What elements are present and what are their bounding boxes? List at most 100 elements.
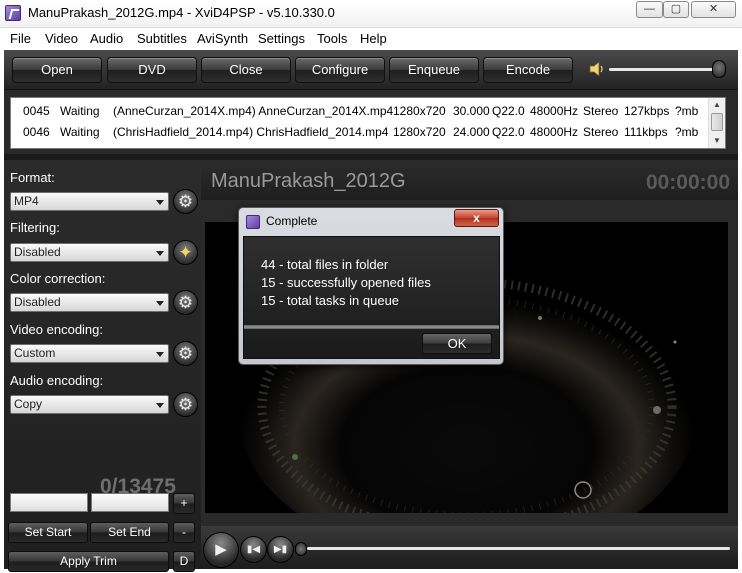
queue-scrollbar[interactable]: ▲ ▼ — [708, 98, 725, 148]
format-value: MP4 — [14, 194, 39, 208]
format-settings-gear-icon[interactable]: ⚙ — [173, 189, 198, 214]
queue-row-quality: Q22.0 — [492, 125, 525, 139]
maximize-icon: ▢ — [670, 3, 682, 15]
menu-settings[interactable]: Settings — [258, 31, 305, 46]
minimize-icon: — — [644, 3, 655, 15]
play-icon: ▶ — [215, 541, 227, 558]
video-settings-gear-icon[interactable]: ⚙ — [173, 341, 198, 366]
color-settings-gear-icon[interactable]: ⚙ — [173, 290, 198, 315]
trim-d-button[interactable]: D — [173, 551, 195, 572]
audio-encoding-label: Audio encoding: — [10, 373, 104, 388]
color-correction-select[interactable]: Disabled — [10, 293, 169, 312]
menu-help[interactable]: Help — [360, 31, 387, 46]
queue-row-size: ?mb — [675, 125, 699, 139]
remove-trim-button[interactable]: - — [173, 522, 195, 543]
toolbar: Open DVD Close Configure Enqueue Encode — [4, 50, 738, 90]
set-end-button[interactable]: Set End — [90, 522, 169, 543]
format-label: Format: — [10, 170, 55, 185]
step-back-button[interactable]: ▮◀ — [240, 536, 267, 563]
menu-tools[interactable]: Tools — [317, 31, 347, 46]
audio-settings-gear-icon[interactable]: ⚙ — [173, 392, 198, 417]
trim-start-field[interactable] — [10, 493, 88, 512]
queue-row-channels: Stereo — [583, 125, 619, 139]
video-encoding-select[interactable]: Custom — [10, 344, 169, 363]
audio-encoding-value: Copy — [14, 397, 43, 411]
dvd-button[interactable]: DVD — [107, 57, 197, 83]
format-select[interactable]: MP4 — [10, 192, 169, 211]
queue-row-channels: Stereo — [583, 104, 619, 118]
queue-row-status: Waiting — [60, 104, 100, 118]
maximize-button[interactable]: ▢ — [663, 1, 689, 18]
dialog-title: Complete — [266, 214, 318, 228]
queue-row-status: Waiting — [60, 125, 100, 139]
video-encoding-value: Custom — [14, 346, 56, 360]
queue-row-number: 0046 — [23, 125, 50, 139]
close-window-button[interactable]: ✕ — [691, 1, 736, 18]
open-button[interactable]: Open — [12, 57, 102, 83]
queue-row-quality: Q22.0 — [492, 104, 525, 118]
set-start-button[interactable]: Set Start — [8, 522, 88, 543]
step-forward-icon: ▶▮ — [273, 544, 288, 555]
queue-row-file: (AnneCurzan_2014X.mp4) AnneCurzan_2014X.… — [113, 104, 394, 118]
menu-avisynth[interactable]: AviSynth — [197, 31, 248, 46]
queue-row-resolution: 1280x720 — [393, 125, 446, 139]
close-icon: ✕ — [708, 3, 719, 15]
play-button[interactable]: ▶ — [203, 532, 239, 568]
queue-row-size: ?mb — [675, 104, 699, 118]
menu-video[interactable]: Video — [45, 31, 78, 46]
menu-audio[interactable]: Audio — [90, 31, 123, 46]
dialog-body: 44 - total files in folder 15 - successf… — [243, 236, 500, 359]
chevron-down-icon — [156, 200, 164, 205]
preview-header: ManuPrakash_2012G 00:00:00 — [201, 160, 738, 200]
close-button[interactable]: Close — [201, 57, 291, 83]
seek-slider-track[interactable] — [307, 547, 730, 550]
minimize-button[interactable]: — — [636, 1, 663, 18]
queue-row-bitrate: 111kbps — [624, 125, 668, 139]
settings-sidebar: Format: MP4 ⚙ Filtering: Disabled ✦ Colo… — [4, 160, 201, 572]
ok-button[interactable]: OK — [422, 333, 492, 354]
app-icon — [246, 215, 260, 229]
audio-encoding-select[interactable]: Copy — [10, 395, 169, 414]
add-trim-button[interactable]: + — [173, 493, 195, 514]
filtering-value: Disabled — [14, 245, 61, 259]
step-forward-button[interactable]: ▶▮ — [267, 536, 294, 563]
filtering-select[interactable]: Disabled — [10, 243, 169, 262]
queue-row-bitrate: 127kbps — [624, 104, 670, 118]
chevron-down-icon — [156, 301, 164, 306]
volume-slider-track[interactable] — [609, 68, 724, 71]
enqueue-button[interactable]: Enqueue — [389, 57, 479, 83]
speaker-icon[interactable] — [589, 61, 603, 77]
dialog-message-line: 15 - total tasks in queue — [261, 293, 400, 308]
seek-slider-knob[interactable] — [295, 542, 307, 556]
dialog-separator — [244, 325, 499, 329]
scrollbar-thumb[interactable] — [711, 113, 723, 131]
dialog-close-button[interactable]: x — [454, 209, 499, 227]
complete-dialog: Complete x 44 - total files in folder 15… — [238, 207, 504, 365]
apply-trim-button[interactable]: Apply Trim — [8, 551, 169, 572]
queue-row-number: 0045 — [23, 104, 50, 118]
encode-button[interactable]: Encode — [483, 57, 573, 83]
queue-row-fps: 24.000 — [453, 125, 490, 139]
filtering-label: Filtering: — [10, 220, 60, 235]
queue-row-audio-rate: 48000Hz — [530, 125, 579, 139]
filtering-wand-icon[interactable]: ✦ — [173, 240, 198, 265]
window-title: ManuPrakash_2012G.mp4 - XviD4PSP - v5.10… — [28, 5, 335, 20]
dialog-message-line: 15 - successfully opened files — [261, 275, 431, 290]
color-correction-value: Disabled — [14, 295, 61, 309]
scroll-up-icon[interactable]: ▲ — [713, 100, 721, 109]
preview-file-title: ManuPrakash_2012G — [211, 170, 406, 192]
chevron-down-icon — [156, 251, 164, 256]
close-icon: x — [473, 211, 480, 225]
transport-controls: ▶ ▮◀ ▶▮ — [201, 526, 738, 569]
task-queue-list[interactable]: 0045 Waiting (AnneCurzan_2014X.mp4) Anne… — [10, 97, 726, 149]
title-bar: ManuPrakash_2012G.mp4 - XviD4PSP - v5.10… — [0, 0, 742, 28]
menu-bar: File Video Audio Subtitles AviSynth Sett… — [4, 28, 738, 50]
volume-slider-knob[interactable] — [712, 60, 726, 78]
menu-subtitles[interactable]: Subtitles — [137, 31, 187, 46]
frame-counter: 0/13475 — [100, 475, 176, 498]
app-window: ManuPrakash_2012G.mp4 - XviD4PSP - v5.10… — [0, 0, 742, 573]
configure-button[interactable]: Configure — [295, 57, 385, 83]
chevron-down-icon — [156, 352, 164, 357]
menu-file[interactable]: File — [10, 31, 31, 46]
scroll-down-icon[interactable]: ▼ — [713, 136, 721, 145]
